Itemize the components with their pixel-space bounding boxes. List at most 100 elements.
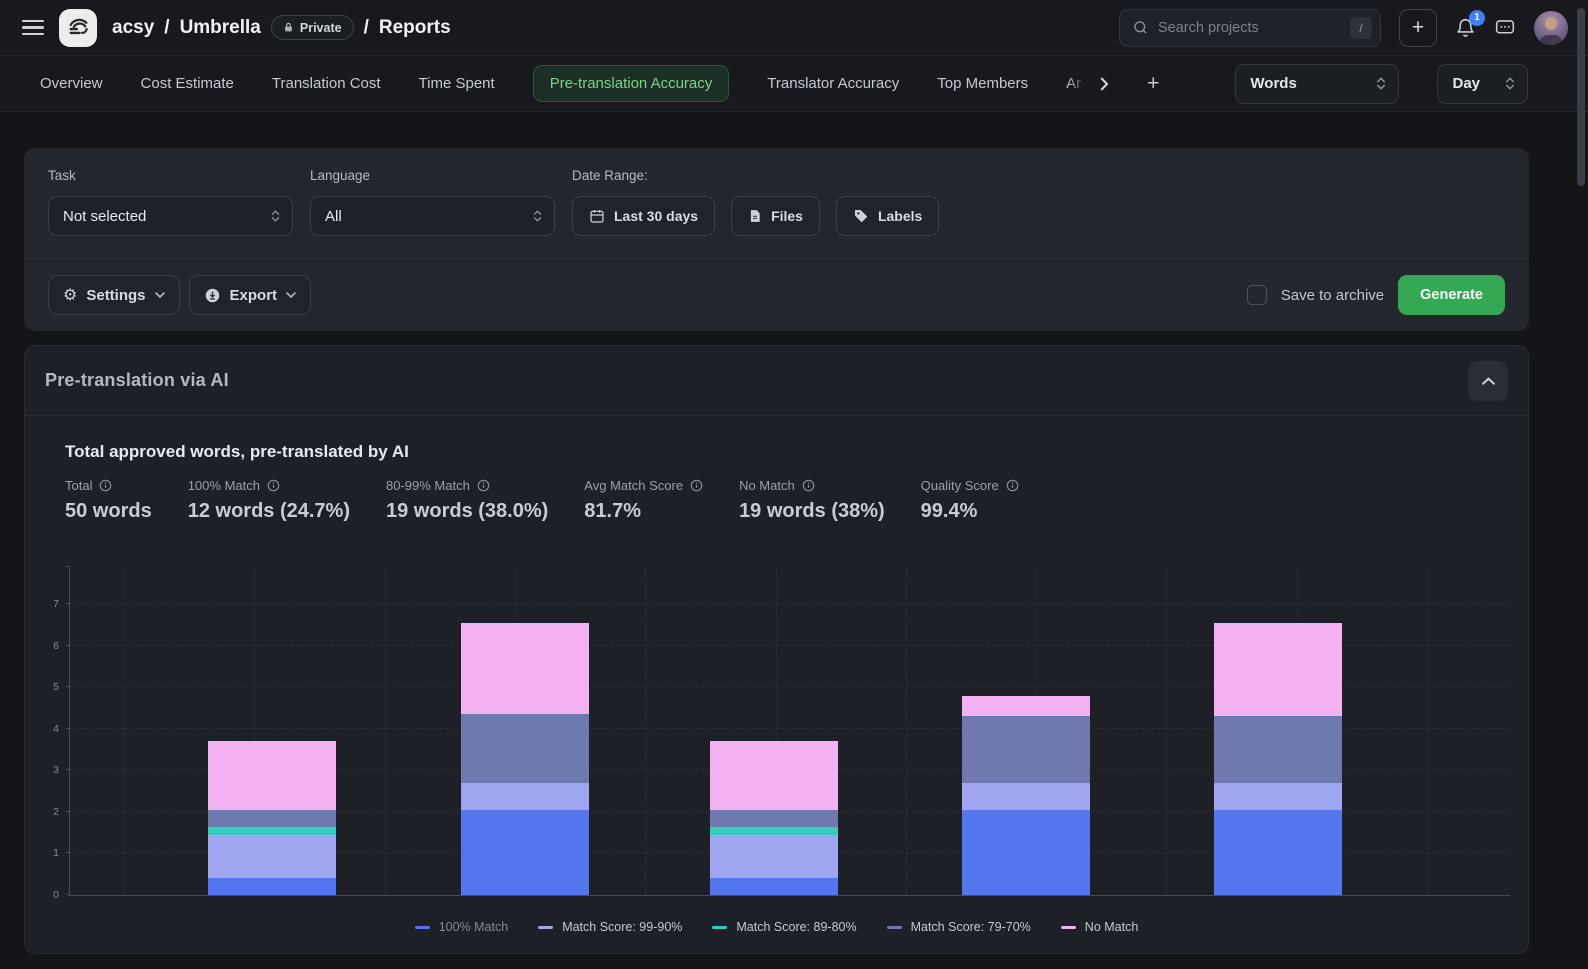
bar-segment[interactable] bbox=[710, 835, 838, 879]
stat-avg-match-score: Avg Match Score81.7% bbox=[584, 478, 703, 523]
breadcrumb-separator: / bbox=[164, 17, 169, 39]
y-axis-tick bbox=[66, 603, 70, 604]
messages-button[interactable] bbox=[1494, 17, 1516, 38]
info-icon[interactable] bbox=[802, 479, 815, 492]
y-axis-tick bbox=[66, 645, 70, 646]
stat-label: No Match bbox=[739, 478, 885, 493]
notifications-button[interactable]: 1 bbox=[1455, 17, 1476, 39]
bar-segment[interactable] bbox=[1214, 810, 1342, 895]
menu-icon[interactable] bbox=[22, 20, 44, 36]
bar-segment[interactable] bbox=[1214, 716, 1342, 782]
stats-row: Total50 words100% Match12 words (24.7%)8… bbox=[65, 478, 1528, 523]
bar-segment[interactable] bbox=[710, 810, 838, 827]
generate-button[interactable]: Generate bbox=[1398, 275, 1505, 315]
unit-select[interactable]: Words bbox=[1235, 64, 1399, 104]
y-axis-tick-label: 1 bbox=[29, 847, 59, 859]
tab-translation-cost[interactable]: Translation Cost bbox=[272, 65, 381, 102]
vertical-scrollbar-thumb[interactable] bbox=[1577, 8, 1585, 186]
tabs-scroll-right-button[interactable] bbox=[1100, 77, 1109, 91]
legend-item-100-match[interactable]: 100% Match bbox=[415, 920, 508, 934]
date-range-button[interactable]: Last 30 days bbox=[572, 196, 715, 236]
bar-segment[interactable] bbox=[208, 741, 336, 810]
period-select[interactable]: Day bbox=[1437, 64, 1528, 104]
tab-pre-translation-accuracy[interactable]: Pre-translation Accuracy bbox=[533, 65, 730, 102]
save-to-archive-checkbox[interactable] bbox=[1247, 285, 1267, 305]
legend-swatch bbox=[538, 926, 553, 929]
chevron-up-icon bbox=[1482, 377, 1495, 385]
bar-segment[interactable] bbox=[208, 835, 336, 879]
tab-cost-estimate[interactable]: Cost Estimate bbox=[141, 65, 234, 102]
bar-segment[interactable] bbox=[461, 623, 589, 714]
files-filter-button[interactable]: Files bbox=[731, 196, 820, 236]
legend-item-match-score-79-70-[interactable]: Match Score: 79-70% bbox=[887, 920, 1031, 934]
bar-segment[interactable] bbox=[208, 827, 336, 835]
search-input[interactable] bbox=[1158, 20, 1341, 36]
search-box[interactable]: / bbox=[1119, 9, 1381, 47]
bar-segment[interactable] bbox=[461, 714, 589, 783]
bar-segment[interactable] bbox=[710, 741, 838, 810]
user-avatar[interactable] bbox=[1534, 11, 1568, 45]
bar-segment[interactable] bbox=[710, 878, 838, 895]
app-logo[interactable] bbox=[59, 9, 97, 47]
caret-down-icon bbox=[286, 292, 296, 298]
info-icon[interactable] bbox=[99, 479, 112, 492]
breadcrumb-org[interactable]: acsy bbox=[112, 17, 154, 39]
topbar-left: acsy / Umbrella Private / Reports bbox=[22, 9, 451, 47]
gridline-horizontal bbox=[70, 603, 1510, 604]
notification-count-badge: 1 bbox=[1469, 10, 1485, 26]
breadcrumb-project[interactable]: Umbrella bbox=[180, 17, 261, 39]
stat-label: 100% Match bbox=[188, 478, 350, 493]
bar-segment[interactable] bbox=[1214, 623, 1342, 716]
legend-swatch bbox=[1061, 926, 1076, 929]
language-filter-group: Language All bbox=[310, 168, 555, 236]
bar-segment[interactable] bbox=[710, 827, 838, 835]
main-content: Task Not selected Language All Date Rang… bbox=[0, 112, 1588, 954]
collapse-panel-button[interactable] bbox=[1468, 361, 1508, 401]
bar-segment[interactable] bbox=[208, 878, 336, 895]
breadcrumb: acsy / Umbrella Private / Reports bbox=[112, 15, 451, 40]
legend-item-match-score-99-90-[interactable]: Match Score: 99-90% bbox=[538, 920, 682, 934]
task-select-value: Not selected bbox=[63, 208, 146, 225]
stat-value: 99.4% bbox=[921, 500, 1019, 523]
task-select[interactable]: Not selected bbox=[48, 196, 293, 236]
export-dropdown-button[interactable]: Export bbox=[189, 275, 312, 315]
bar-segment[interactable] bbox=[962, 696, 1090, 717]
tab-time-spent[interactable]: Time Spent bbox=[419, 65, 495, 102]
y-axis-cap-tick bbox=[66, 566, 70, 567]
info-icon[interactable] bbox=[1006, 479, 1019, 492]
info-icon[interactable] bbox=[267, 479, 280, 492]
info-icon[interactable] bbox=[477, 479, 490, 492]
stat-label-text: No Match bbox=[739, 478, 795, 493]
double-caret-icon bbox=[533, 209, 542, 223]
bar-segment[interactable] bbox=[962, 783, 1090, 810]
bar-segment[interactable] bbox=[962, 716, 1090, 782]
files-button-label: Files bbox=[771, 208, 803, 224]
date-range-label: Date Range: bbox=[572, 168, 939, 183]
bar-segment[interactable] bbox=[461, 810, 589, 895]
lock-icon bbox=[283, 21, 294, 34]
language-label: Language bbox=[310, 168, 555, 183]
bar-segment[interactable] bbox=[208, 810, 336, 827]
labels-filter-button[interactable]: Labels bbox=[836, 196, 939, 236]
y-axis-tick-label: 3 bbox=[29, 764, 59, 776]
language-select[interactable]: All bbox=[310, 196, 555, 236]
tab-overview[interactable]: Overview bbox=[40, 65, 103, 102]
gear-icon: ⚙ bbox=[63, 287, 77, 303]
info-icon[interactable] bbox=[690, 479, 703, 492]
bar-segment[interactable] bbox=[461, 783, 589, 810]
double-caret-icon bbox=[271, 209, 280, 223]
legend-swatch bbox=[887, 926, 902, 929]
tab-translator-accuracy[interactable]: Translator Accuracy bbox=[767, 65, 899, 102]
gridline-vertical bbox=[385, 568, 386, 895]
chart-legend: 100% Match Match Score: 99-90% Match Score… bbox=[25, 920, 1528, 934]
legend-label: Match Score: 89-80% bbox=[736, 920, 856, 934]
tab-top-members[interactable]: Top Members bbox=[937, 65, 1028, 102]
legend-item-no-match[interactable]: No Match bbox=[1061, 920, 1139, 934]
tab-truncated[interactable]: Ar bbox=[1066, 75, 1090, 92]
bar-segment[interactable] bbox=[1214, 783, 1342, 810]
settings-dropdown-button[interactable]: ⚙ Settings bbox=[48, 275, 180, 315]
add-report-button[interactable]: + bbox=[1147, 72, 1159, 96]
legend-item-match-score-89-80-[interactable]: Match Score: 89-80% bbox=[712, 920, 856, 934]
bar-segment[interactable] bbox=[962, 810, 1090, 895]
create-project-button[interactable]: + bbox=[1399, 9, 1437, 47]
